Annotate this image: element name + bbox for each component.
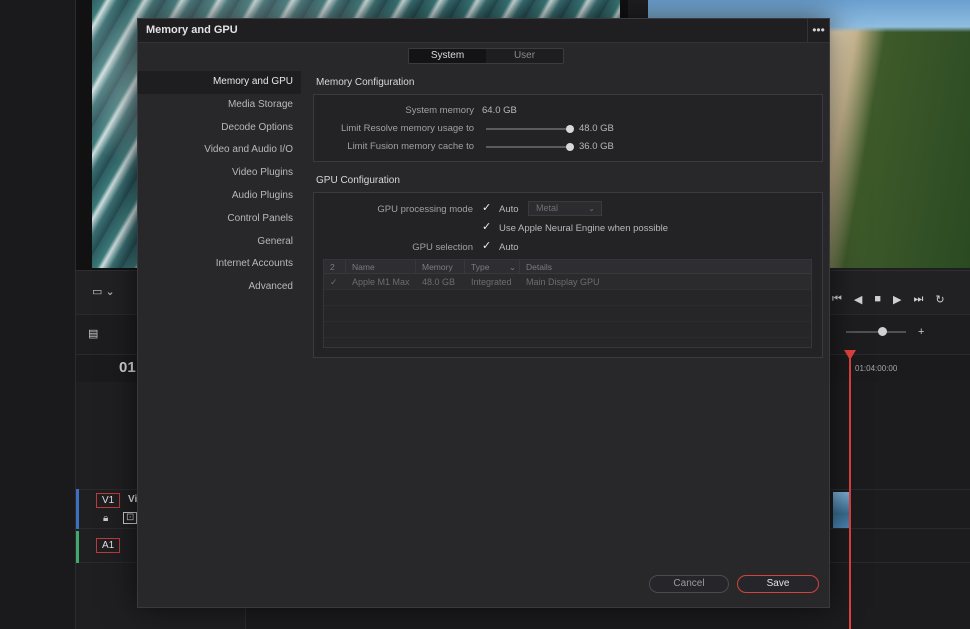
current-timecode: 01 xyxy=(119,359,136,376)
gpu-table: 2 Name Memory Type ⌄ Details ✓ Apple M1 … xyxy=(323,259,812,348)
stop-icon[interactable]: ■ xyxy=(874,293,881,306)
memory-section-title: Memory Configuration xyxy=(316,77,415,88)
row-name: Apple M1 Max xyxy=(352,277,410,287)
system-memory-label: System memory xyxy=(405,105,474,116)
sidebar-item-video-plugins[interactable]: Video Plugins xyxy=(138,162,301,185)
zoom-in-icon[interactable]: + xyxy=(918,326,924,338)
gpu-mode-label: GPU processing mode xyxy=(377,204,473,215)
play-icon[interactable]: ▶ xyxy=(893,293,901,306)
fusion-memory-value: 36.0 GB xyxy=(579,141,614,152)
transport-controls: ⏮ ◀ ■ ▶ ⏭ ↻ xyxy=(832,293,945,306)
playhead-handle[interactable] xyxy=(844,350,856,360)
empty-row xyxy=(324,290,811,306)
sidebar-item-memory-and-gpu[interactable]: Memory and GPU xyxy=(138,71,301,94)
empty-row xyxy=(324,306,811,322)
gpu-selection-label: GPU selection xyxy=(412,242,473,253)
gpu-section-title: GPU Configuration xyxy=(316,175,400,186)
track-id-v1[interactable]: V1 xyxy=(96,493,121,508)
save-button[interactable]: Save xyxy=(737,575,819,593)
neural-engine-label: Use Apple Neural Engine when possible xyxy=(499,223,668,234)
play-reverse-icon[interactable]: ◀ xyxy=(854,293,862,306)
gpu-selection-auto-label: Auto xyxy=(499,242,519,253)
loop-icon[interactable]: ↻ xyxy=(935,293,944,306)
prev-clip-icon[interactable]: ⏮ xyxy=(832,293,842,306)
cancel-button[interactable]: Cancel xyxy=(649,575,729,593)
preferences-sidebar: Memory and GPU Media Storage Decode Opti… xyxy=(138,71,301,299)
resolve-memory-slider-knob[interactable] xyxy=(566,125,574,133)
gpu-mode-auto-label: Auto xyxy=(499,204,519,215)
gpu-mode-select[interactable]: Metal ⌄ xyxy=(528,201,602,216)
next-clip-icon[interactable]: ⏭ xyxy=(914,293,924,306)
ellipsis-icon[interactable]: ••• xyxy=(807,19,829,43)
sort-chevron-icon: ⌄ xyxy=(508,262,516,272)
resolve-app: ▭ ⌄ ⏮ ◀ ■ ▶ ⏭ ↻ ▤ + 01:04:00:00 01 V1 Vi… xyxy=(0,0,970,629)
table-row[interactable]: ✓ Apple M1 Max 48.0 GB Integrated Main D… xyxy=(324,274,811,290)
preferences-dialog: Memory and GPU ••• System User Memory an… xyxy=(137,18,830,608)
col-memory[interactable]: Memory xyxy=(416,260,465,273)
auto-select-icon[interactable]: ⊡ xyxy=(123,512,138,524)
fusion-memory-slider[interactable] xyxy=(486,146,570,148)
playhead[interactable] xyxy=(849,352,851,629)
system-memory-value: 64.0 GB xyxy=(482,105,517,116)
tab-user[interactable]: User xyxy=(486,49,563,63)
resolve-memory-value: 48.0 GB xyxy=(579,123,614,134)
gpu-mode-auto-checkbox[interactable]: ✓ xyxy=(482,203,492,214)
dialog-title: Memory and GPU xyxy=(146,24,238,36)
row-details: Main Display GPU xyxy=(526,277,600,287)
col-details[interactable]: Details xyxy=(520,260,811,273)
row-type: Integrated xyxy=(471,277,512,287)
sidebar-item-general[interactable]: General xyxy=(138,231,301,254)
lock-icon[interactable]: 🔒︎ xyxy=(103,513,108,524)
chevron-down-icon: ⌄ xyxy=(588,204,595,213)
col-type-label: Type xyxy=(471,262,490,272)
resolve-memory-slider[interactable] xyxy=(486,128,570,130)
timeline-view-icon[interactable]: ▤ xyxy=(88,327,98,340)
fusion-memory-label: Limit Fusion memory cache to xyxy=(347,141,474,152)
dialog-titlebar: Memory and GPU ••• xyxy=(138,19,829,43)
sidebar-item-media-storage[interactable]: Media Storage xyxy=(138,94,301,117)
viewer-layout-icon[interactable]: ▭ ⌄ xyxy=(92,285,115,298)
track-name-v1: Vi xyxy=(128,494,138,505)
sidebar-item-advanced[interactable]: Advanced xyxy=(138,276,301,299)
clip-thumbnail[interactable] xyxy=(833,492,849,528)
video-track-color xyxy=(76,489,79,529)
sidebar-item-audio-plugins[interactable]: Audio Plugins xyxy=(138,185,301,208)
col-check[interactable]: 2 xyxy=(324,260,346,273)
sidebar-item-decode-options[interactable]: Decode Options xyxy=(138,117,301,140)
tab-system[interactable]: System xyxy=(409,49,486,63)
row-memory: 48.0 GB xyxy=(422,277,456,287)
left-panel xyxy=(0,0,76,629)
ruler-timecode: 01:04:00:00 xyxy=(855,364,898,373)
gpu-table-header: 2 Name Memory Type ⌄ Details xyxy=(324,260,811,274)
track-id-a1[interactable]: A1 xyxy=(96,538,121,553)
audio-track-color xyxy=(76,531,79,563)
memory-config-box: System memory 64.0 GB Limit Resolve memo… xyxy=(313,94,823,162)
zoom-slider[interactable] xyxy=(846,331,906,333)
col-name[interactable]: Name xyxy=(346,260,416,273)
sidebar-item-video-audio-io[interactable]: Video and Audio I/O xyxy=(138,139,301,162)
system-user-tabs: System User xyxy=(408,48,564,64)
zoom-slider-knob[interactable] xyxy=(878,327,887,336)
empty-row xyxy=(324,322,811,338)
sidebar-item-internet-accounts[interactable]: Internet Accounts xyxy=(138,253,301,276)
row-check[interactable]: ✓ xyxy=(324,274,346,289)
resolve-memory-label: Limit Resolve memory usage to xyxy=(340,123,474,134)
col-type[interactable]: Type ⌄ xyxy=(465,260,520,273)
fusion-memory-slider-knob[interactable] xyxy=(566,143,574,151)
gpu-mode-select-value: Metal xyxy=(536,203,559,213)
gpu-selection-auto-checkbox[interactable]: ✓ xyxy=(482,241,492,252)
neural-engine-checkbox[interactable]: ✓ xyxy=(482,222,492,233)
sidebar-item-control-panels[interactable]: Control Panels xyxy=(138,208,301,231)
